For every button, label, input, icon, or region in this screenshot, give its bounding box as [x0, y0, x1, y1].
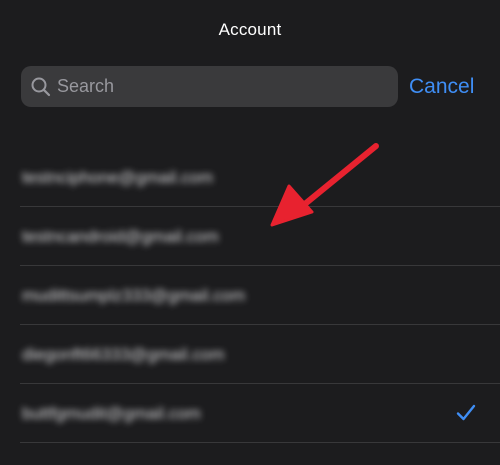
- account-picker-sheet: Account Cancel testnciphone@gmail.com te…: [0, 0, 500, 465]
- search-field[interactable]: [21, 66, 398, 107]
- account-row-3[interactable]: mudittsumplz333@gmail.com: [0, 266, 500, 325]
- cancel-button[interactable]: Cancel: [409, 66, 474, 107]
- account-row-5[interactable]: buttfgmudit@gmail.com: [0, 384, 500, 443]
- search-icon: [31, 77, 51, 97]
- account-email: diegonft66333@gmail.com: [22, 345, 225, 364]
- checkmark-icon: [456, 404, 476, 421]
- search-input[interactable]: [57, 66, 387, 107]
- account-list: testnciphone@gmail.com testncandroid@gma…: [0, 148, 500, 443]
- account-row-2[interactable]: testncandroid@gmail.com: [0, 207, 500, 266]
- account-row-1[interactable]: testnciphone@gmail.com: [0, 148, 500, 207]
- account-email: testncandroid@gmail.com: [22, 227, 219, 246]
- search-row: Cancel: [21, 66, 481, 107]
- account-row-4[interactable]: diegonft66333@gmail.com: [0, 325, 500, 384]
- account-email: buttfgmudit@gmail.com: [22, 404, 201, 423]
- account-email: mudittsumplz333@gmail.com: [22, 286, 246, 305]
- page-title: Account: [218, 20, 282, 39]
- account-email: testnciphone@gmail.com: [22, 168, 214, 187]
